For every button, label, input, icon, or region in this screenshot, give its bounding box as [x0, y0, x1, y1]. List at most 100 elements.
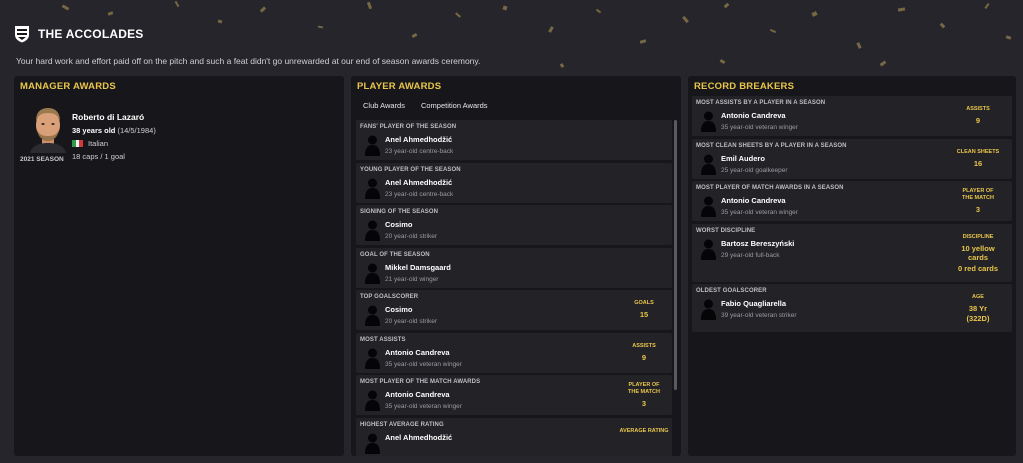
- manager-photo[interactable]: [26, 105, 70, 153]
- record-stat: CLEAN SHEETS 16: [948, 149, 1008, 168]
- player-name[interactable]: Anel Ahmedhodžić: [385, 178, 452, 187]
- award-category: MOST ASSISTS: [360, 336, 406, 343]
- player-name[interactable]: Antonio Candreva: [385, 348, 450, 357]
- award-category: MOST PLAYER OF THE MATCH AWARDS: [360, 379, 481, 385]
- player-name[interactable]: Mikkel Damsgaard: [385, 263, 451, 272]
- player-name[interactable]: Cosimo: [385, 220, 413, 229]
- manager-name[interactable]: Roberto di Lazaró: [72, 112, 144, 122]
- manager-nationality-label: Italian: [88, 139, 109, 148]
- tab-club-awards[interactable]: Club Awards: [359, 101, 409, 122]
- player-silhouette-icon: [365, 348, 380, 369]
- record-category: WORST DISCIPLINE: [696, 227, 756, 234]
- player-description: 20 year-old striker: [385, 233, 438, 240]
- stat-value: 10 yellow cards: [961, 243, 995, 262]
- player-silhouette-icon: [701, 299, 716, 320]
- page-header: THE ACCOLADES: [14, 25, 144, 43]
- award-card[interactable]: GOAL OF THE SEASON Mikkel Damsgaard 21 y…: [356, 247, 672, 288]
- award-card[interactable]: SIGNING OF THE SEASON Cosimo 20 year-old…: [356, 205, 672, 245]
- manager-age: 38 years old (14/5/1984): [72, 126, 156, 135]
- player-description: 39 year-old veteran striker: [721, 312, 797, 319]
- stat-label: GOALS: [634, 300, 654, 306]
- record-breakers-title: RECORD BREAKERS: [694, 81, 795, 92]
- stat-value: 38 Yr: [968, 304, 988, 313]
- manager-birthdate: (14/5/1984): [117, 126, 156, 135]
- player-name[interactable]: Antonio Candreva: [385, 390, 450, 399]
- player-name[interactable]: Emil Audero: [721, 154, 765, 163]
- stat-value: 16: [973, 158, 983, 168]
- player-description: 25 year-old goalkeeper: [721, 166, 788, 174]
- player-description: 35 year-old veteran winger: [721, 124, 798, 131]
- manager-awards-title: MANAGER AWARDS: [20, 81, 116, 92]
- player-name[interactable]: Antonio Candreva: [721, 196, 786, 205]
- record-stat: PLAYER OF THE MATCH 3: [948, 188, 1008, 214]
- player-silhouette-icon: [365, 433, 380, 454]
- player-description: 23 year-old centre-back: [385, 148, 454, 155]
- record-breakers-panel: RECORD BREAKERS MOST ASSISTS BY A PLAYER…: [688, 76, 1016, 456]
- record-card[interactable]: OLDEST GOALSCORER Fabio Quagliarella 39 …: [692, 284, 1012, 332]
- player-name[interactable]: Bartosz Bereszyński: [721, 239, 794, 248]
- stat-label: ASSISTS: [632, 342, 656, 349]
- record-card[interactable]: WORST DISCIPLINE Bartosz Bereszyński 29 …: [692, 223, 1012, 282]
- record-category: MOST ASSISTS BY A PLAYER IN A SEASON: [696, 100, 826, 106]
- player-silhouette-icon: [701, 239, 716, 260]
- stat-label: PLAYER OF THE MATCH: [962, 188, 994, 201]
- award-card[interactable]: MOST ASSISTS Antonio Candreva 35 year-ol…: [356, 332, 674, 373]
- player-name[interactable]: Anel Ahmedhodžić: [385, 135, 452, 144]
- stat-value: 9: [975, 116, 981, 125]
- tab-competition-awards[interactable]: Competition Awards: [421, 101, 488, 122]
- manager-age-years: 38 years old: [72, 126, 116, 135]
- record-card[interactable]: MOST ASSISTS BY A PLAYER IN A SEASON Ant…: [692, 96, 1012, 136]
- player-silhouette-icon: [365, 305, 380, 326]
- player-description: 35 year-old veteran winger: [385, 403, 462, 410]
- player-silhouette-icon: [701, 154, 716, 175]
- record-card[interactable]: MOST PLAYER OF MATCH AWARDS IN A SEASON …: [692, 181, 1012, 221]
- player-silhouette-icon: [365, 263, 380, 284]
- award-card[interactable]: MOST PLAYER OF THE MATCH AWARDS Antonio …: [356, 375, 672, 415]
- stat-label: PLAYER OF THE MATCH: [628, 382, 660, 395]
- player-silhouette-icon: [701, 196, 716, 217]
- player-silhouette-icon: [365, 220, 380, 241]
- player-silhouette-icon: [365, 390, 380, 411]
- award-card[interactable]: FANS' PLAYER OF THE SEASON Anel Ahmedhod…: [356, 120, 672, 160]
- award-card[interactable]: YOUNG PLAYER OF THE SEASON Anel Ahmedhod…: [356, 162, 672, 203]
- stat-value: 9: [641, 352, 647, 362]
- record-category: MOST CLEAN SHEETS BY A PLAYER IN A SEASO…: [696, 142, 847, 149]
- record-card[interactable]: MOST CLEAN SHEETS BY A PLAYER IN A SEASO…: [692, 138, 1012, 179]
- record-category: MOST PLAYER OF MATCH AWARDS IN A SEASON: [696, 185, 844, 191]
- italy-flag-icon: [72, 140, 84, 147]
- stat-label: DISCIPLINE: [962, 233, 994, 240]
- stat-label: ASSISTS: [966, 106, 990, 112]
- award-stat: AVERAGE RATING: [614, 428, 674, 438]
- stat-value-secondary: 0 red cards: [957, 263, 999, 273]
- award-card[interactable]: HIGHEST AVERAGE RATING Anel Ahmedhodžić …: [356, 417, 674, 456]
- award-tabs: Club Awards Competition Awards: [351, 92, 681, 122]
- award-category: TOP GOALSCORER: [360, 294, 419, 300]
- awards-scrollbar[interactable]: [674, 120, 677, 390]
- record-category: OLDEST GOALSCORER: [696, 288, 767, 294]
- award-stat: ASSISTS 9: [614, 343, 674, 362]
- stat-value: 3: [641, 399, 647, 408]
- club-crest-icon: [15, 26, 29, 43]
- award-category: HIGHEST AVERAGE RATING: [360, 421, 444, 428]
- player-silhouette-icon: [365, 135, 380, 156]
- player-name[interactable]: Anel Ahmedhodžić: [385, 433, 452, 442]
- player-name[interactable]: Fabio Quagliarella: [721, 299, 786, 308]
- player-name[interactable]: Cosimo: [385, 305, 413, 314]
- player-description: 35 year-old veteran winger: [385, 360, 462, 368]
- player-description: 21 year-old winger: [385, 275, 439, 283]
- award-category: SIGNING OF THE SEASON: [360, 209, 439, 215]
- manager-caps: 18 caps / 1 goal: [72, 152, 125, 161]
- page-title: THE ACCOLADES: [38, 27, 144, 41]
- player-awards-list: FANS' PLAYER OF THE SEASON Anel Ahmedhod…: [356, 120, 672, 456]
- stat-value: 15: [639, 310, 649, 319]
- award-card[interactable]: TOP GOALSCORER Cosimo 20 year-old strike…: [356, 290, 672, 330]
- player-name[interactable]: Antonio Candreva: [721, 111, 786, 120]
- award-category: GOAL OF THE SEASON: [360, 251, 430, 258]
- season-label: 2021 SEASON: [20, 156, 64, 163]
- stat-label: CLEAN SHEETS: [956, 148, 1000, 155]
- record-stat: AGE 38 Yr (322D): [948, 294, 1008, 323]
- player-description: 20 year-old striker: [385, 318, 438, 325]
- award-category: YOUNG PLAYER OF THE SEASON: [360, 166, 461, 173]
- stat-label: AVERAGE RATING: [619, 427, 669, 434]
- stat-value-secondary: (322D): [966, 314, 990, 323]
